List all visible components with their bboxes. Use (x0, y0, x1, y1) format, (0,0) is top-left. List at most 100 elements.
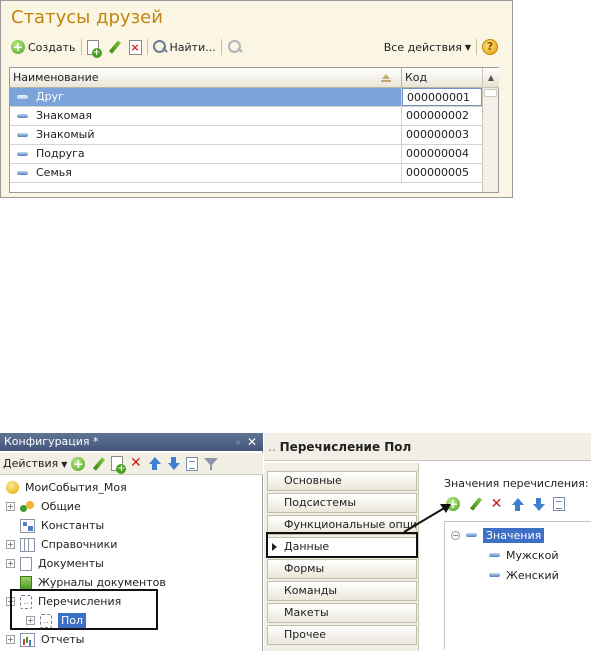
cell-name: Знакомый (10, 126, 402, 144)
tree-label: МоиСобытия_Моя (25, 481, 127, 494)
find-label: Найти... (169, 40, 216, 54)
edit-pencil-icon[interactable] (107, 40, 121, 54)
tree-label: Значения (483, 527, 545, 543)
row-name: Подруга (36, 147, 85, 160)
table-row[interactable]: Друг 000000001 (10, 88, 482, 107)
table-row[interactable]: Знакомая 000000002 (10, 107, 482, 126)
item-icon (17, 171, 28, 175)
delete-icon[interactable]: ✕ (129, 456, 142, 470)
scroll-thumb[interactable] (484, 89, 497, 97)
sort-list-icon[interactable] (186, 456, 199, 471)
expand-icon[interactable]: + (6, 635, 15, 644)
tab-commands[interactable]: Команды (267, 581, 417, 601)
sort-asc-icon (381, 74, 391, 82)
toolbar-separator (220, 39, 222, 55)
cell-code: 000000001 (402, 88, 482, 106)
tree-label: Константы (41, 519, 105, 532)
move-up-icon[interactable] (148, 457, 162, 470)
expand-icon[interactable]: + (6, 559, 15, 568)
tree-label: Журналы документов (38, 576, 166, 589)
sort-list-icon[interactable] (553, 497, 565, 511)
column-header-name[interactable]: Наименование (10, 68, 402, 88)
move-up-icon[interactable] (511, 497, 524, 511)
row-name: Знакомый (36, 128, 95, 141)
actions-label: Действия (3, 457, 59, 470)
configuration-title: Конфигурация * (4, 435, 99, 448)
close-icon[interactable]: ✕ (247, 433, 257, 451)
item-icon (489, 573, 500, 577)
expand-icon[interactable]: + (6, 540, 15, 549)
catalog-icon (20, 537, 35, 552)
item-icon (466, 533, 477, 537)
page-title: Статусы друзей (11, 7, 163, 28)
tree-item-common[interactable]: + Общие (6, 497, 81, 516)
cell-name: Знакомая (10, 107, 402, 125)
chevron-down-icon: ▼ (61, 460, 68, 469)
tree-item-catalogs[interactable]: + Справочники (6, 535, 117, 554)
table-row[interactable]: Подруга 000000004 (10, 145, 482, 164)
tree-item-reports[interactable]: + Отчеты (6, 630, 84, 649)
cell-code: 000000005 (406, 166, 469, 179)
edit-pencil-icon[interactable] (91, 457, 105, 471)
item-icon (17, 95, 28, 99)
cell-code: 000000002 (406, 109, 469, 122)
add-circle-icon: + (11, 40, 25, 54)
cell-name: Семья (10, 164, 402, 182)
add-circle-icon[interactable]: + (71, 456, 86, 471)
search-icon (152, 40, 167, 54)
column-label: Наименование (13, 71, 99, 84)
configuration-toolbar: Действия▼ + ✕ (0, 453, 263, 475)
copy-icon[interactable] (86, 39, 102, 58)
tree-item-documents[interactable]: + Документы (6, 554, 104, 573)
move-down-icon[interactable] (167, 457, 181, 470)
value-item[interactable]: Мужской (489, 546, 558, 564)
row-name: Знакомая (36, 109, 93, 122)
highlight-frame (10, 589, 158, 630)
tab-main[interactable]: Основные (267, 471, 417, 491)
table-row[interactable]: Знакомый 000000003 (10, 126, 482, 145)
scroll-up-icon[interactable]: ▲ (483, 68, 499, 88)
all-actions-label: Все действия (383, 40, 462, 54)
delete-icon[interactable]: ✕ (490, 497, 503, 511)
edit-pencil-icon[interactable] (468, 497, 482, 511)
tab-other[interactable]: Прочее (267, 625, 417, 645)
add-value-icon[interactable]: + (446, 497, 460, 511)
move-down-icon[interactable] (532, 497, 545, 511)
item-icon (17, 133, 28, 137)
constants-icon (20, 518, 35, 533)
values-root-node[interactable]: − Значения (451, 526, 545, 544)
copy-icon[interactable] (111, 456, 127, 474)
toolbar-separator (80, 39, 82, 55)
enumeration-title: Перечисление Пол (279, 440, 412, 454)
delete-mark-icon[interactable]: × (128, 39, 142, 55)
column-header-code[interactable]: Код (402, 68, 482, 88)
tree-item-constants[interactable]: Константы (20, 516, 104, 535)
vertical-scrollbar[interactable]: ▲ (482, 68, 499, 192)
create-button[interactable]: + Создать (11, 37, 76, 57)
tab-forms[interactable]: Формы (267, 559, 417, 579)
help-icon[interactable]: ? (482, 39, 498, 55)
cell-code: 000000003 (406, 128, 469, 141)
value-item[interactable]: Женский (489, 566, 559, 584)
tab-templates[interactable]: Макеты (267, 603, 417, 623)
configuration-root-icon (6, 481, 19, 494)
tree-label: Общие (41, 500, 81, 513)
enum-icon: .. (268, 440, 276, 454)
values-toolbar: + ✕ (446, 497, 573, 511)
filter-icon[interactable] (204, 457, 219, 471)
toolbar-separator (146, 39, 148, 55)
friend-statuses-window: Статусы друзей + Создать × Найти... Все … (0, 0, 513, 198)
actions-menu[interactable]: Действия ▼ (3, 457, 67, 470)
table-row[interactable]: Семья 000000005 (10, 164, 482, 183)
tree-label: Отчеты (41, 633, 85, 646)
expand-icon[interactable]: + (6, 502, 15, 511)
cancel-search-icon[interactable] (227, 39, 243, 55)
common-icon (20, 500, 35, 514)
report-icon (20, 632, 35, 647)
collapse-icon[interactable]: − (451, 530, 460, 540)
find-button[interactable]: Найти... (152, 37, 216, 57)
tree-item-root[interactable]: МоиСобытия_Моя (6, 478, 127, 497)
pin-icon[interactable]: ◦ (235, 435, 241, 453)
tab-subsystems[interactable]: Подсистемы (267, 493, 417, 513)
all-actions-menu[interactable]: Все действия ▼ (381, 37, 471, 57)
